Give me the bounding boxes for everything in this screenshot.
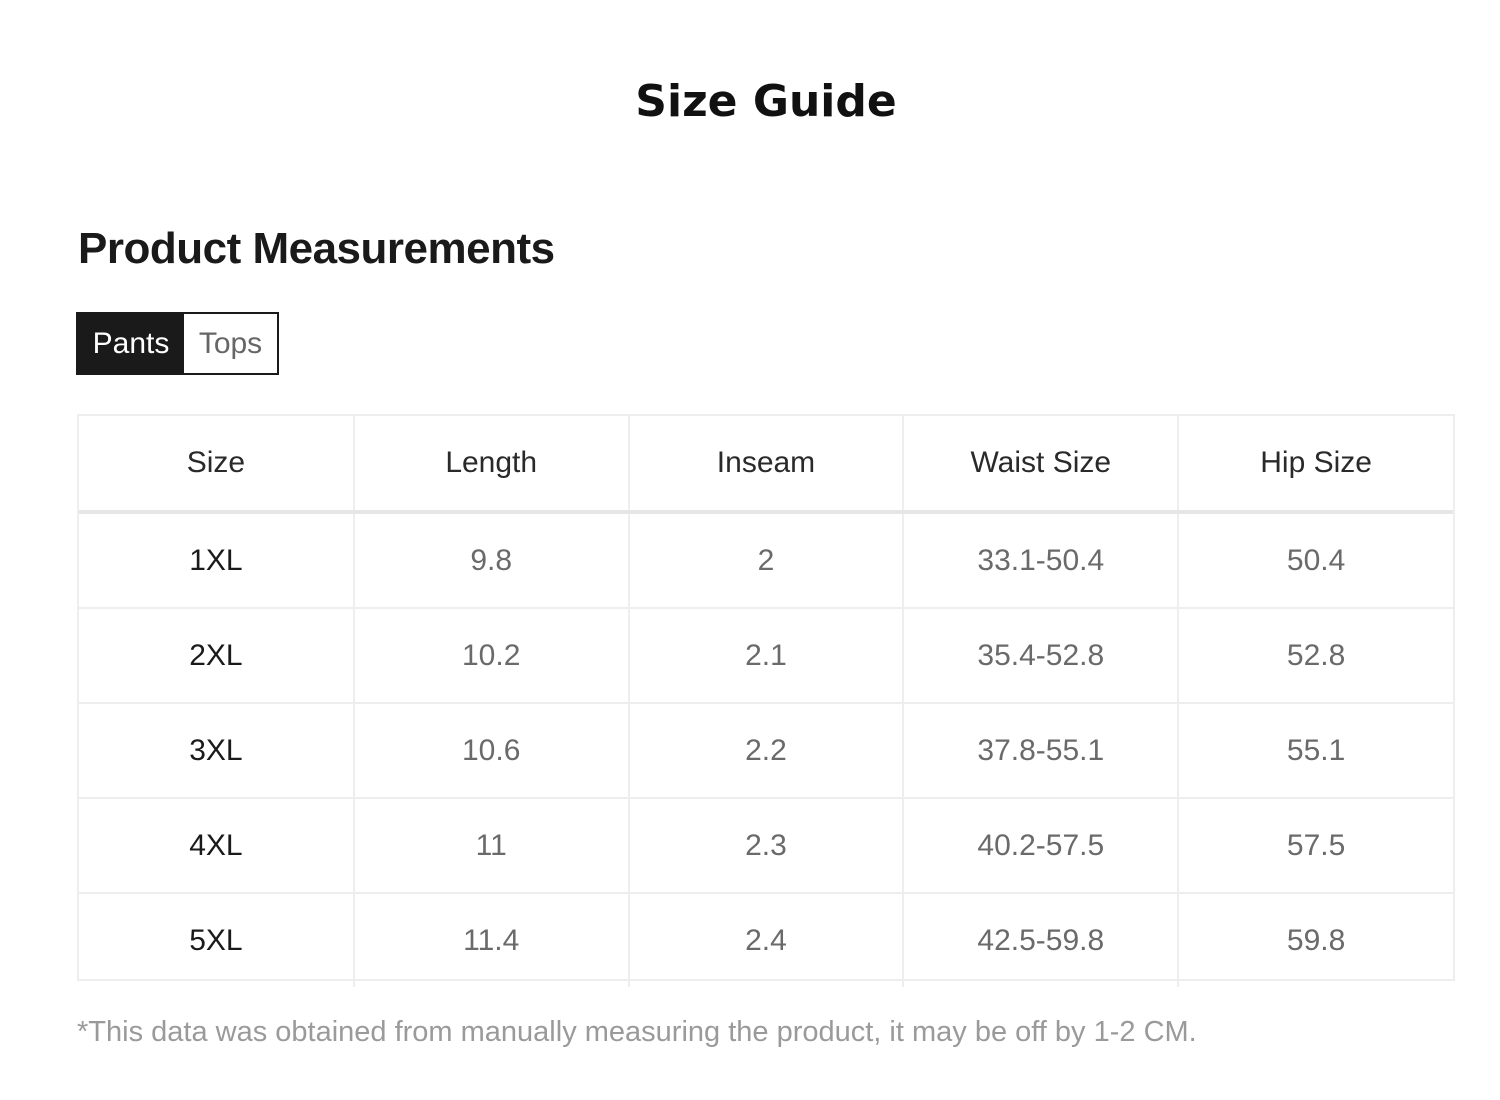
measurement-footnote: *This data was obtained from manually me…	[77, 1016, 1197, 1048]
inseam-cell: 2.1	[628, 608, 905, 704]
header-hip-size: Hip Size	[1178, 416, 1453, 514]
length-cell: 10.2	[353, 608, 630, 704]
waist-cell: 35.4-52.8	[903, 608, 1180, 704]
table-row: 1XL 9.8 2 33.1-50.4 50.4	[79, 512, 1453, 609]
inseam-cell: 2	[628, 512, 905, 609]
section-title: Product Measurements	[78, 224, 555, 273]
tab-pants[interactable]: Pants	[78, 314, 184, 373]
header-inseam: Inseam	[628, 416, 905, 514]
table-row: 4XL 11 2.3 40.2-57.5 57.5	[79, 798, 1453, 894]
waist-cell: 40.2-57.5	[903, 798, 1180, 894]
size-cell: 3XL	[79, 703, 355, 799]
inseam-cell: 2.4	[628, 893, 905, 987]
measurement-tabs: Pants Tops	[76, 312, 279, 375]
size-cell: 5XL	[79, 893, 355, 987]
tab-tops[interactable]: Tops	[184, 314, 277, 373]
size-table-container: Size Length Inseam Waist Size Hip Size 1…	[77, 414, 1455, 987]
table-row: 2XL 10.2 2.1 35.4-52.8 52.8	[79, 608, 1453, 704]
hip-cell: 59.8	[1286, 923, 1346, 957]
table-row: 3XL 10.6 2.2 37.8-55.1 55.1	[79, 703, 1453, 799]
header-length: Length	[353, 416, 630, 514]
size-cell: 4XL	[79, 798, 355, 894]
header-size: Size	[79, 416, 355, 514]
hip-cell: 55.1	[1178, 703, 1453, 799]
waist-cell: 33.1-50.4	[903, 512, 1180, 609]
length-cell: 9.8	[353, 512, 630, 609]
inseam-cell: 2.3	[628, 798, 905, 894]
page-title: Size Guide	[635, 76, 897, 127]
table-row: 5XL 11.4 2.4 42.5-59.8 59.8	[79, 893, 1453, 987]
size-cell: 1XL	[79, 512, 355, 609]
hip-cell: 52.8	[1178, 608, 1453, 704]
length-cell: 10.6	[353, 703, 630, 799]
length-cell: 11.4	[353, 893, 630, 987]
waist-cell: 37.8-55.1	[903, 703, 1180, 799]
size-table: Size Length Inseam Waist Size Hip Size 1…	[79, 416, 1453, 987]
header-waist-size: Waist Size	[903, 416, 1180, 514]
waist-cell: 42.5-59.8	[903, 893, 1180, 987]
length-cell: 11	[353, 798, 630, 894]
hip-cell: 50.4	[1178, 512, 1453, 609]
hip-cell: 57.5	[1178, 798, 1453, 894]
table-header-row: Size Length Inseam Waist Size Hip Size	[79, 416, 1453, 514]
inseam-cell: 2.2	[628, 703, 905, 799]
size-cell: 2XL	[79, 608, 355, 704]
